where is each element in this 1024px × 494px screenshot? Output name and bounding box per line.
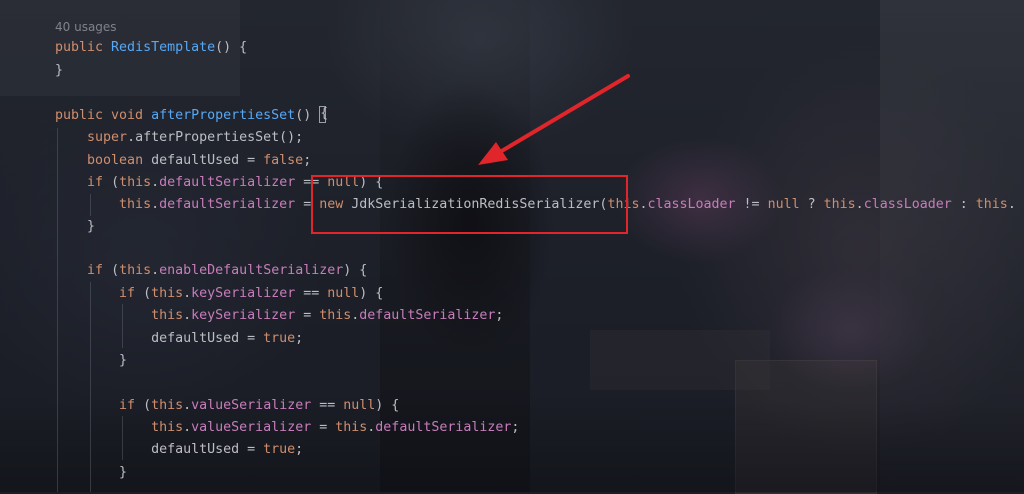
code-editor[interactable]: 40 usages public RedisTemplate() {} publi… (0, 0, 1024, 492)
red-pointer-arrow-icon (478, 74, 630, 165)
